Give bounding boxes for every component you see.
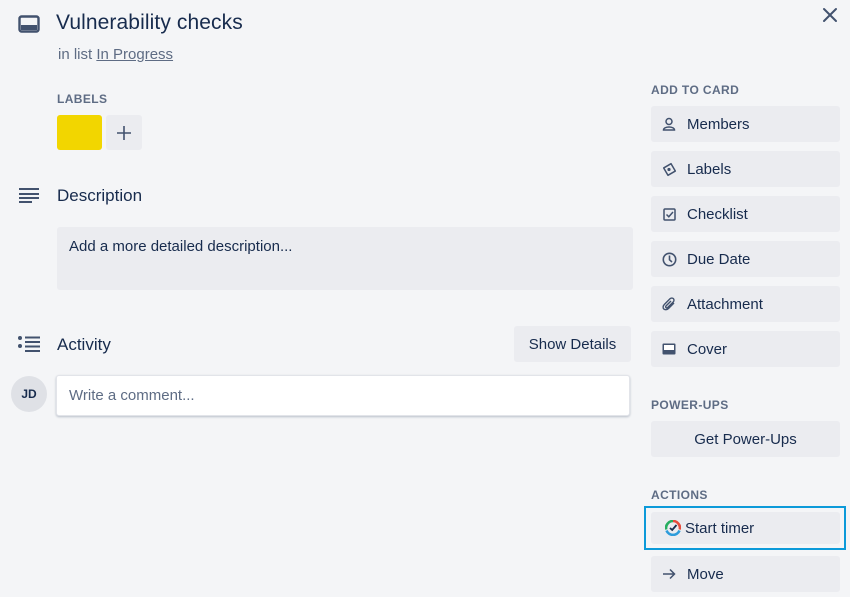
cover-label: Cover — [687, 340, 728, 358]
labels-heading: LABELS — [57, 92, 108, 106]
card-title[interactable]: Vulnerability checks — [56, 11, 243, 35]
description-icon — [19, 188, 39, 203]
start-timer-button[interactable]: Start timer — [651, 512, 840, 544]
labels-label: Labels — [687, 160, 732, 178]
checkbox-icon — [661, 206, 677, 222]
checklist-button[interactable]: Checklist — [651, 196, 840, 232]
comment-input[interactable]: Write a comment... — [56, 375, 630, 416]
add-to-card-heading: ADD TO CARD — [651, 83, 740, 97]
start-timer-focus-ring: Start timer — [644, 506, 846, 550]
avatar[interactable]: JD — [11, 376, 47, 412]
plus-icon — [117, 125, 131, 140]
due-date-label: Due Date — [687, 250, 751, 268]
description-heading: Description — [57, 186, 143, 205]
tag-icon — [661, 161, 677, 177]
labels-button[interactable]: Labels — [651, 151, 840, 187]
power-ups-heading: POWER-UPS — [651, 398, 729, 412]
list-link[interactable]: In Progress — [96, 46, 173, 63]
get-power-ups-button[interactable]: Get Power-Ups — [651, 421, 840, 457]
attachment-button[interactable]: Attachment — [651, 286, 840, 322]
members-button[interactable]: Members — [651, 106, 840, 142]
clock-icon — [661, 251, 677, 267]
start-timer-label: Start timer — [685, 519, 755, 537]
close-icon[interactable] — [820, 5, 840, 25]
move-button[interactable]: Move — [651, 556, 840, 592]
add-label-button[interactable] — [106, 115, 142, 150]
person-icon — [661, 116, 677, 132]
list-prefix: in list — [58, 46, 97, 63]
cover-icon — [661, 341, 677, 357]
attachment-label: Attachment — [687, 295, 763, 313]
show-details-button[interactable]: Show Details — [514, 326, 631, 362]
card-icon — [18, 15, 40, 33]
actions-heading: ACTIONS — [651, 488, 708, 502]
activity-icon — [18, 336, 40, 352]
move-label: Move — [687, 565, 724, 583]
paperclip-icon — [661, 296, 677, 312]
description-input[interactable]: Add a more detailed description... — [57, 227, 633, 290]
checklist-label: Checklist — [687, 205, 748, 223]
arrow-right-icon — [661, 566, 677, 582]
timer-icon — [665, 520, 681, 536]
members-label: Members — [687, 115, 750, 133]
label-yellow[interactable] — [57, 115, 102, 150]
activity-heading: Activity — [57, 335, 111, 354]
cover-button[interactable]: Cover — [651, 331, 840, 367]
list-info: in list In Progress — [58, 46, 173, 63]
due-date-button[interactable]: Due Date — [651, 241, 840, 277]
